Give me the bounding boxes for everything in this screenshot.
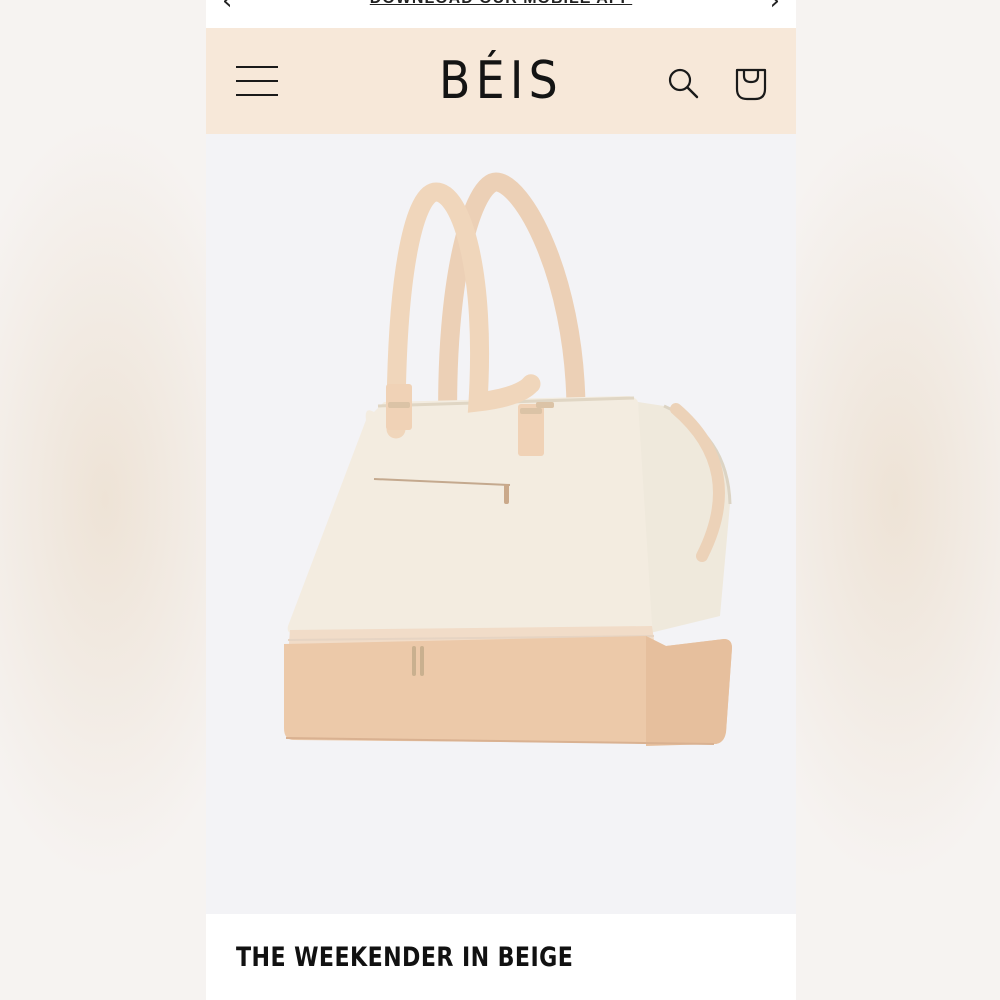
site-header: BÉIS (206, 28, 796, 134)
product-image-gallery[interactable] (206, 134, 796, 914)
promo-bar: ‹ DOWNLOAD OUR MOBILE APP › (206, 0, 796, 28)
product-image (284, 172, 732, 746)
product-title: THE WEEKENDER IN BEIGE (236, 942, 574, 973)
shopping-bag-icon[interactable] (732, 62, 770, 102)
promo-next-arrow[interactable]: › (770, 0, 780, 14)
search-icon[interactable] (666, 66, 700, 100)
mobile-page: ‹ DOWNLOAD OUR MOBILE APP › BÉIS (206, 0, 796, 1000)
download-app-link[interactable]: DOWNLOAD OUR MOBILE APP (206, 0, 796, 8)
